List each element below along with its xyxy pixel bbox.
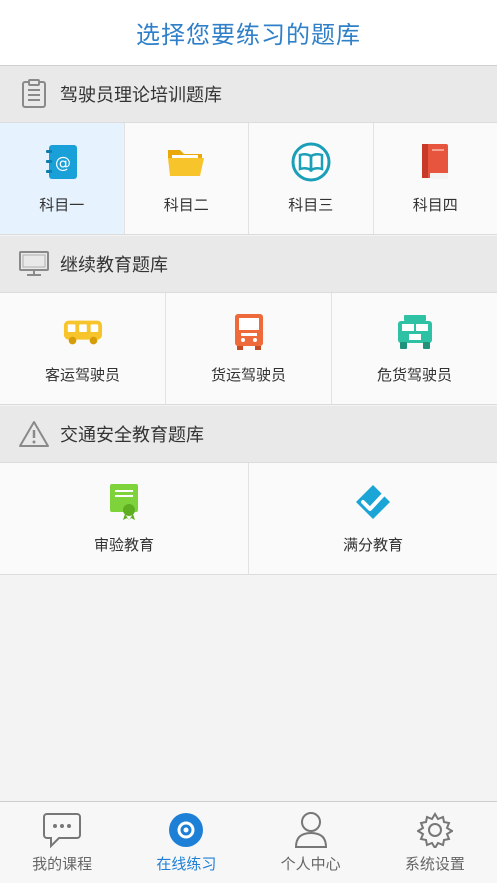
truck-front-icon (229, 312, 269, 352)
section-title: 驾驶员理论培训题库 (60, 85, 222, 106)
review-education-label: 审验教育 (93, 536, 154, 554)
subject-three-button[interactable]: 科目三 (249, 123, 374, 234)
section-title: 交通安全教育题库 (60, 425, 204, 446)
bottom-tab-bar: 我的课程 在线练习 个人中心 系统设置 (0, 801, 497, 883)
grid-continuing: 客运驾驶员 货运驾驶员 危货驾驶员 (0, 293, 497, 405)
review-education-button[interactable]: 审验教育 (0, 463, 249, 574)
section-title: 继续教育题库 (60, 255, 168, 276)
freight-driver-label: 货运驾驶员 (210, 366, 286, 384)
section-header-safety: 交通安全教育题库 (0, 406, 497, 463)
monitor-icon (18, 248, 50, 280)
book-icon (291, 142, 331, 182)
tab-system-settings[interactable]: 系统设置 (373, 802, 497, 883)
tab-label: 我的课程 (32, 855, 93, 873)
target-icon (166, 811, 206, 849)
full-score-education-button[interactable]: 满分教育 (249, 463, 497, 574)
certificate-icon (104, 482, 144, 522)
hazmat-driver-button[interactable]: 危货驾驶员 (332, 293, 497, 404)
passenger-driver-label: 客运驾驶员 (44, 366, 120, 384)
full-score-education-label: 满分教育 (342, 536, 403, 554)
checkmark-badge-icon (353, 482, 393, 522)
subject-one-label: 科目一 (39, 196, 85, 214)
tab-label: 个人中心 (280, 855, 341, 873)
address-book-icon: @ (42, 142, 82, 182)
subject-four-button[interactable]: 科目四 (374, 123, 497, 234)
jeep-icon (395, 312, 435, 352)
freight-driver-button[interactable]: 货运驾驶员 (166, 293, 332, 404)
passenger-driver-button[interactable]: 客运驾驶员 (0, 293, 166, 404)
gear-icon (415, 811, 455, 849)
page: 选择您要练习的题库 驾驶员理论培训题库 @ 科目一 科目二 科目三 科目四 继续… (0, 0, 497, 883)
tab-label: 系统设置 (404, 855, 465, 873)
svg-text:@: @ (55, 153, 71, 172)
grid-safety: 审验教育 满分教育 (0, 463, 497, 575)
subject-one-button[interactable]: @ 科目一 (0, 123, 125, 234)
page-title: 选择您要练习的题库 (136, 21, 361, 49)
chat-bubble-icon (42, 811, 82, 849)
red-book-icon (415, 142, 455, 182)
subject-four-label: 科目四 (412, 196, 458, 214)
warning-icon (18, 418, 50, 450)
hazmat-driver-label: 危货驾驶员 (376, 366, 452, 384)
tab-label: 在线练习 (156, 855, 217, 873)
subject-three-label: 科目三 (288, 196, 334, 214)
section-header-theory: 驾驶员理论培训题库 (0, 66, 497, 123)
tab-online-practice[interactable]: 在线练习 (124, 802, 248, 883)
folder-icon (166, 142, 206, 182)
header: 选择您要练习的题库 (0, 0, 497, 66)
clipboard-icon (18, 78, 50, 110)
subject-two-button[interactable]: 科目二 (125, 123, 249, 234)
bus-icon (63, 312, 103, 352)
person-icon (291, 811, 331, 849)
subject-two-label: 科目二 (163, 196, 209, 214)
section-header-continuing: 继续教育题库 (0, 236, 497, 293)
tab-personal-center[interactable]: 个人中心 (249, 802, 373, 883)
tab-my-courses[interactable]: 我的课程 (0, 802, 124, 883)
grid-theory: @ 科目一 科目二 科目三 科目四 (0, 123, 497, 235)
